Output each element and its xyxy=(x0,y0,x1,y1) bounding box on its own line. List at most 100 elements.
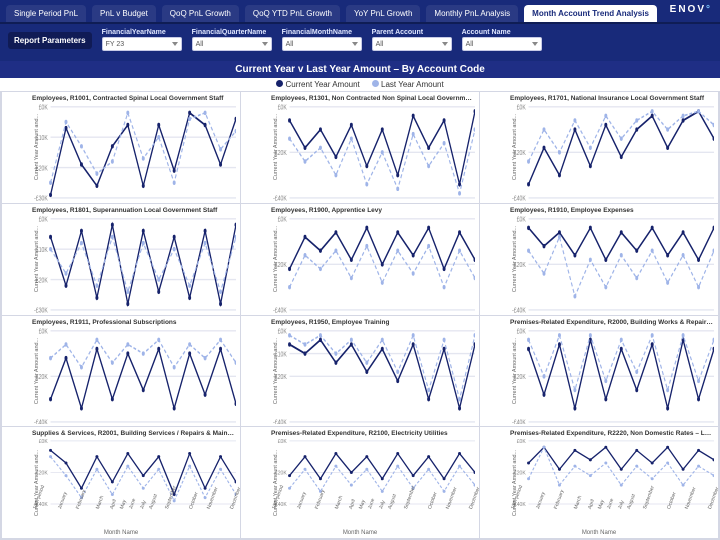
tab-qytd[interactable]: QoQ YTD PnL Growth xyxy=(245,5,340,22)
chart-plot-area[interactable]: £0K -£10K -£20K -£30K xyxy=(32,216,236,313)
legend-swatch-last-year xyxy=(372,80,379,87)
svg-text:-£20K: -£20K xyxy=(34,165,48,173)
filter-select-account-name[interactable]: All xyxy=(462,37,542,51)
filter-label: Parent Account xyxy=(372,29,452,36)
filter-value: All xyxy=(196,41,204,48)
chart-plot-area[interactable]: £0K -£20K -£40K xyxy=(510,328,714,425)
filter-select-financialyearname[interactable]: FY 23 xyxy=(102,37,182,51)
svg-text:£0K: £0K xyxy=(517,216,527,224)
svg-text:£0K: £0K xyxy=(517,104,527,112)
chart-title: Employees, R1950, Employee Training xyxy=(241,316,479,326)
chart-panel: Employees, R1910, Employee ExpensesCurre… xyxy=(480,204,718,315)
svg-text:-£40K: -£40K xyxy=(512,307,526,313)
svg-text:-£20K: -£20K xyxy=(273,149,287,157)
svg-text:-£20K: -£20K xyxy=(512,149,526,157)
chart-title: Employees, R1911, Professional Subscript… xyxy=(2,316,240,326)
line-chart-svg: £0K -£20K -£40K xyxy=(271,216,475,313)
svg-text:-£10K: -£10K xyxy=(273,350,287,358)
svg-text:-£10K: -£10K xyxy=(34,246,48,254)
tab-pvb[interactable]: PnL v Budget xyxy=(92,5,156,22)
chart-title: Employees, R1900, Apprentice Levy xyxy=(241,204,479,214)
filter-select-parent-account[interactable]: All xyxy=(372,37,452,51)
brand-accent-dot: ° xyxy=(706,4,712,15)
filter-select-financialmonthname[interactable]: All xyxy=(282,37,362,51)
tab-spl[interactable]: Single Period PnL xyxy=(6,5,86,22)
chart-plot-area[interactable]: £0K -£20K -£40K xyxy=(271,104,475,201)
svg-text:£0K: £0K xyxy=(39,216,49,224)
line-chart-svg: £0K -£20K -£40K xyxy=(510,328,714,425)
svg-text:£0K: £0K xyxy=(39,104,49,112)
chart-title: Employees, R1701, National Insurance Loc… xyxy=(480,92,718,102)
chevron-down-icon xyxy=(172,42,178,46)
tab-qoq[interactable]: QoQ PnL Growth xyxy=(162,5,239,22)
chart-panel: Premises-Related Expenditure, R2000, Bui… xyxy=(480,316,718,427)
svg-text:£0K: £0K xyxy=(517,328,527,336)
filter-value: All xyxy=(286,41,294,48)
line-chart-svg: £0K-£10K-£20K-£40K xyxy=(271,328,475,425)
chevron-down-icon xyxy=(442,42,448,46)
chart-plot-area[interactable]: £0K -£20K -£40K xyxy=(271,216,475,313)
svg-text:£0K: £0K xyxy=(278,328,288,336)
chart-panel: Premises-Related Expenditure, R2220, Non… xyxy=(480,427,718,538)
chart-plot-area[interactable]: £0K-£10K-£20K-£40K xyxy=(271,328,475,425)
chart-plot-area[interactable]: £0K -£20K -£40K xyxy=(510,216,714,313)
filter-label: FinancialMonthName xyxy=(282,29,362,36)
svg-text:-£20K: -£20K xyxy=(512,261,526,269)
chart-title: Employees, R1801, Superannuation Local G… xyxy=(2,204,240,214)
chart-title: Employees, R1001, Contracted Spinal Loca… xyxy=(2,92,240,102)
filter-select-financialquartername[interactable]: All xyxy=(192,37,272,51)
filter-financialyearname: FinancialYearNameFY 23 xyxy=(102,29,182,51)
x-axis-label: Month Name xyxy=(480,530,718,538)
filter-financialmonthname: FinancialMonthName All xyxy=(282,29,362,51)
tab-mat[interactable]: Month Account Trend Analysis xyxy=(524,5,657,22)
chevron-down-icon xyxy=(532,42,538,46)
svg-text:-£40K: -£40K xyxy=(273,195,287,201)
legend-label-last-year: Last Year Amount xyxy=(381,80,444,89)
svg-text:-£20K: -£20K xyxy=(512,470,526,476)
chart-plot-area[interactable]: £0K-£20K-£40K xyxy=(510,104,714,201)
line-chart-svg: £0K-£20K-£40K xyxy=(32,328,236,425)
tab-mpa[interactable]: Monthly PnL Analysis xyxy=(426,5,518,22)
chart-panel: Employees, R1911, Professional Subscript… xyxy=(2,316,240,427)
x-axis-label: Month Name xyxy=(2,530,240,538)
legend-label-current-year: Current Year Amount xyxy=(286,80,360,89)
legend-swatch-current-year xyxy=(276,80,283,87)
chart-title: Premises-Related Expenditure, R2000, Bui… xyxy=(480,316,718,326)
x-axis-label: Month Name xyxy=(241,530,479,538)
svg-text:-£10K: -£10K xyxy=(34,134,48,142)
svg-text:-£30K: -£30K xyxy=(34,307,48,313)
chart-panel: Employees, R1801, Superannuation Local G… xyxy=(2,204,240,315)
svg-text:£0K: £0K xyxy=(278,216,288,224)
svg-text:-£40K: -£40K xyxy=(273,307,287,313)
svg-text:£0K: £0K xyxy=(39,328,49,336)
svg-text:-£20K: -£20K xyxy=(34,276,48,284)
svg-text:-£30K: -£30K xyxy=(34,195,48,201)
svg-text:-£40K: -£40K xyxy=(273,418,287,424)
svg-text:-£40K: -£40K xyxy=(512,418,526,424)
chart-plot-area[interactable]: £0K-£20K-£40K xyxy=(32,328,236,425)
chart-panel: Employees, R1301, Non Contracted Non Spi… xyxy=(241,92,479,203)
report-parameters-bar: Report Parameters FinancialYearNameFY 23… xyxy=(0,24,720,62)
filter-value: All xyxy=(376,41,384,48)
svg-text:-£20K: -£20K xyxy=(512,373,526,381)
tab-yoy[interactable]: YoY PnL Growth xyxy=(346,5,420,22)
svg-text:£0K: £0K xyxy=(517,439,527,445)
svg-text:£0K: £0K xyxy=(278,439,288,445)
chart-title: Premises-Related Expenditure, R2100, Ele… xyxy=(241,427,479,437)
filter-parent-account: Parent Account All xyxy=(372,29,452,51)
line-chart-svg: £0K -£20K -£40K xyxy=(510,216,714,313)
svg-text:-£20K: -£20K xyxy=(273,470,287,476)
chart-panel: Employees, R1701, National Insurance Loc… xyxy=(480,92,718,203)
brand-logo: ENOV° xyxy=(670,4,712,15)
chart-panel: Employees, R1001, Contracted Spinal Loca… xyxy=(2,92,240,203)
svg-text:-£40K: -£40K xyxy=(34,418,48,424)
svg-text:£0K: £0K xyxy=(278,104,288,112)
chart-plot-area[interactable]: £0K -£10K -£20K -£30K xyxy=(32,104,236,201)
svg-text:-£20K: -£20K xyxy=(273,261,287,269)
filter-label: FinancialQuarterName xyxy=(192,29,272,36)
chart-title: Employees, R1910, Employee Expenses xyxy=(480,204,718,214)
chart-legend: Current Year Amount Last Year Amount xyxy=(0,78,720,91)
report-parameters-label: Report Parameters xyxy=(8,32,92,49)
filter-value: FY 23 xyxy=(106,41,125,48)
svg-text:-£20K: -£20K xyxy=(34,470,48,476)
